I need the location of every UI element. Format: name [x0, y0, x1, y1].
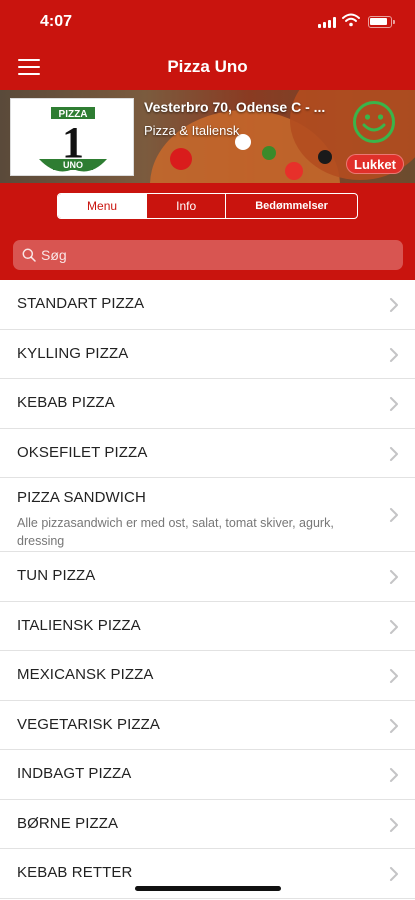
list-item[interactable]: TUN PIZZA — [0, 552, 415, 602]
search-icon — [22, 248, 36, 262]
chevron-right-icon — [390, 718, 398, 733]
chevron-right-icon — [390, 446, 398, 461]
list-item-title: ITALIENSK PIZZA — [17, 616, 141, 634]
chevron-right-icon — [390, 298, 398, 312]
signal-icon — [318, 17, 336, 28]
pizza-image — [318, 150, 332, 164]
status-badge: Lukket — [346, 154, 404, 174]
list-item-title: KEBAB RETTER — [17, 864, 133, 881]
list-item[interactable]: OKSEFILET PIZZA — [0, 429, 415, 478]
list-item[interactable]: INDBAGT PIZZA — [0, 750, 415, 800]
pizza-image — [285, 162, 303, 180]
logo-text-bottom: UNO — [63, 160, 83, 170]
battery-icon — [368, 16, 395, 28]
list-item-title: OKSEFILET PIZZA — [17, 443, 148, 461]
tab-reviews[interactable]: Bedømmelser — [225, 194, 357, 218]
list-item[interactable]: STANDART PIZZA — [0, 280, 415, 330]
pizza-image — [170, 148, 192, 170]
search-input[interactable] — [41, 240, 391, 270]
chevron-right-icon — [390, 347, 398, 362]
category-list: STANDART PIZZA KYLLING PIZZA KEBAB PIZZA… — [0, 280, 415, 900]
tab-info[interactable]: Info — [146, 194, 225, 218]
smiley-icon[interactable] — [352, 100, 396, 144]
pizza-image — [262, 146, 276, 160]
wifi-icon — [342, 13, 360, 27]
list-item-title: TUN PIZZA — [17, 567, 96, 584]
chevron-right-icon — [390, 570, 398, 584]
search-bar — [13, 240, 403, 270]
restaurant-logo: PIZZA 1 UNO — [10, 98, 134, 176]
tab-menu[interactable]: Menu — [58, 194, 147, 218]
tab-bar: Menu Info Bedømmelser — [57, 193, 358, 219]
list-item-title: KEBAB PIZZA — [17, 394, 115, 411]
status-bar: 4:07 — [0, 0, 415, 44]
list-item-title: MEXICANSK PIZZA — [17, 666, 154, 683]
list-item-title: STANDART PIZZA — [17, 295, 145, 312]
chevron-right-icon — [390, 867, 398, 881]
status-time: 4:07 — [40, 13, 73, 30]
list-item[interactable]: BØRNE PIZZA — [0, 800, 415, 849]
list-item-description: Alle pizzasandwich er med ost, salat, to… — [17, 516, 334, 548]
page-title: Pizza Uno — [167, 57, 248, 76]
chevron-right-icon — [390, 508, 398, 522]
list-item[interactable]: KEBAB PIZZA — [0, 379, 415, 429]
chevron-right-icon — [390, 817, 398, 832]
restaurant-banner: PIZZA 1 UNO Vesterbro 70, Odense C - ...… — [0, 90, 415, 183]
list-item-title: VEGETARISK PIZZA — [17, 715, 161, 733]
chevron-right-icon — [390, 397, 398, 411]
list-item-title: BØRNE PIZZA — [17, 814, 119, 832]
list-item-title: PIZZA SANDWICH — [17, 489, 146, 506]
home-indicator[interactable] — [135, 886, 281, 891]
list-item[interactable]: MEXICANSK PIZZA — [0, 651, 415, 701]
restaurant-cuisine: Pizza & Italiensk — [144, 123, 240, 138]
list-item[interactable]: ITALIENSK PIZZA — [0, 602, 415, 651]
chevron-right-icon — [390, 619, 398, 634]
restaurant-address: Vesterbro 70, Odense C - ... — [144, 99, 326, 115]
list-item[interactable]: KYLLING PIZZA — [0, 330, 415, 379]
list-item-title: INDBAGT PIZZA — [17, 765, 132, 782]
list-item[interactable]: PIZZA SANDWICH Alle pizzasandwich er med… — [0, 478, 415, 552]
list-item[interactable]: VEGETARISK PIZZA — [0, 701, 415, 750]
list-item-title: KYLLING PIZZA — [17, 344, 129, 362]
list-item[interactable]: KEBAB RETTER — [0, 849, 415, 899]
nav-bar: Pizza Uno — [0, 44, 415, 88]
chevron-right-icon — [390, 669, 398, 683]
chevron-right-icon — [390, 768, 398, 782]
